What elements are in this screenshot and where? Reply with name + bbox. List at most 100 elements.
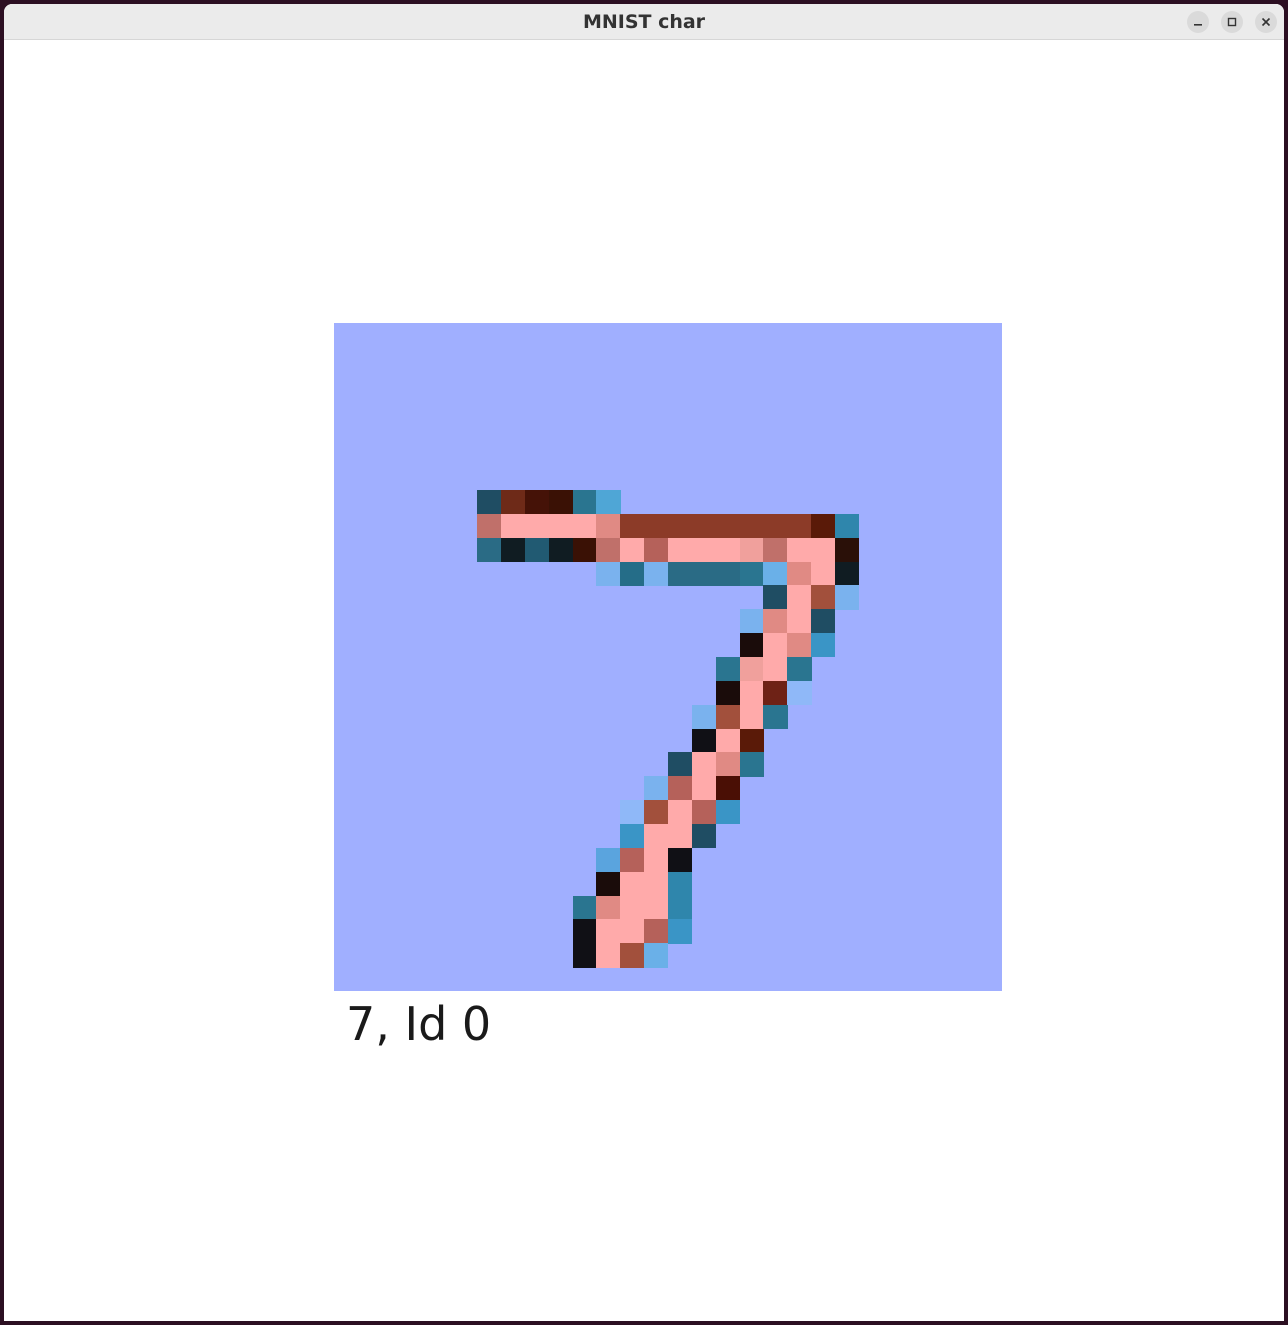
- image-pixel: [715, 728, 741, 753]
- image-pixel: [739, 680, 764, 706]
- image-pixel: [596, 513, 621, 539]
- window-title: MNIST char: [582, 11, 706, 33]
- image-pixel: [477, 490, 502, 515]
- image-pixel: [763, 585, 788, 610]
- image-pixel: [644, 847, 669, 873]
- close-button[interactable]: [1255, 11, 1277, 33]
- image-pixel: [596, 943, 621, 968]
- close-icon: [1261, 17, 1271, 27]
- image-pixel: [715, 537, 741, 563]
- image-pixel: [691, 776, 717, 801]
- image-pixel: [763, 561, 788, 586]
- image-pixel: [668, 800, 693, 825]
- maximize-button[interactable]: [1221, 11, 1243, 33]
- image-pixel: [596, 871, 621, 897]
- image-pixel: [715, 752, 741, 777]
- image-pixel: [691, 537, 717, 563]
- image-pixel: [763, 633, 788, 658]
- image-pixel: [572, 943, 597, 968]
- image-pixel: [501, 490, 526, 515]
- image-pixel: [739, 633, 764, 658]
- title-bar[interactable]: MNIST char: [4, 4, 1284, 40]
- image-pixel: [501, 513, 526, 539]
- image-pixel: [572, 513, 597, 539]
- image-pixel: [715, 704, 741, 730]
- image-pixel: [811, 537, 836, 563]
- image-pixel: [477, 537, 502, 563]
- image-pixel: [501, 537, 526, 563]
- image-pixel: [620, 561, 645, 586]
- image-pixel: [691, 824, 717, 849]
- image-pixel: [596, 847, 621, 873]
- image-pixel: [620, 943, 645, 968]
- image-pixel: [644, 919, 669, 944]
- digit-caption: 7, Id 0: [346, 997, 492, 1051]
- image-pixel: [787, 609, 812, 634]
- mnist-digit-image: [334, 323, 1002, 991]
- image-pixel: [739, 609, 764, 634]
- image-pixel: [548, 513, 574, 539]
- image-pixel: [620, 537, 645, 563]
- image-pixel: [548, 490, 574, 515]
- image-pixel: [811, 609, 836, 634]
- image-pixel: [691, 561, 717, 586]
- image-pixel: [596, 561, 621, 586]
- maximize-icon: [1227, 17, 1237, 27]
- image-pixel: [644, 561, 669, 586]
- image-pixel: [596, 919, 621, 944]
- image-pixel: [644, 895, 669, 920]
- image-pixel: [835, 537, 860, 563]
- image-pixel: [787, 561, 812, 586]
- image-pixel: [763, 680, 788, 706]
- image-pixel: [715, 561, 741, 586]
- image-pixel: [596, 537, 621, 563]
- image-pixel: [739, 728, 764, 753]
- image-pixel: [644, 800, 669, 825]
- image-pixel: [524, 490, 550, 515]
- image-pixel: [835, 585, 860, 610]
- image-pixel: [620, 800, 645, 825]
- image-pixel: [572, 895, 597, 920]
- image-pixel: [572, 490, 597, 515]
- minimize-icon: [1194, 24, 1202, 26]
- image-pixel: [763, 704, 788, 730]
- image-pixel: [644, 943, 669, 968]
- image-pixel: [620, 513, 645, 539]
- image-pixel: [644, 513, 669, 539]
- image-pixel: [691, 752, 717, 777]
- image-pixel: [668, 824, 693, 849]
- image-pixel: [715, 513, 741, 539]
- image-pixel: [691, 704, 717, 730]
- image-pixel: [620, 824, 645, 849]
- image-pixel: [668, 871, 693, 897]
- image-pixel: [668, 847, 693, 873]
- image-pixel: [787, 680, 812, 706]
- image-pixel: [620, 895, 645, 920]
- image-pixel: [763, 513, 788, 539]
- image-pixel: [644, 824, 669, 849]
- image-pixel: [739, 561, 764, 586]
- image-pixel: [620, 847, 645, 873]
- image-pixel: [524, 513, 550, 539]
- image-pixel: [620, 871, 645, 897]
- image-pixel: [715, 776, 741, 801]
- image-pixel: [715, 800, 741, 825]
- image-pixel: [787, 513, 812, 539]
- image-pixel: [668, 537, 693, 563]
- minimize-button[interactable]: [1187, 11, 1209, 33]
- image-pixel: [620, 919, 645, 944]
- image-pixel: [691, 800, 717, 825]
- image-pixel: [572, 537, 597, 563]
- image-pixel: [691, 513, 717, 539]
- image-pixel: [644, 537, 669, 563]
- image-pixel: [477, 513, 502, 539]
- image-pixel: [691, 728, 717, 753]
- image-pixel: [811, 513, 836, 539]
- app-window: MNIST char 7, Id 0: [4, 4, 1284, 1321]
- image-pixel: [668, 561, 693, 586]
- image-pixel: [787, 633, 812, 658]
- image-pixel: [548, 537, 574, 563]
- image-pixel: [668, 919, 693, 944]
- image-pixel: [835, 513, 860, 539]
- image-pixel: [787, 537, 812, 563]
